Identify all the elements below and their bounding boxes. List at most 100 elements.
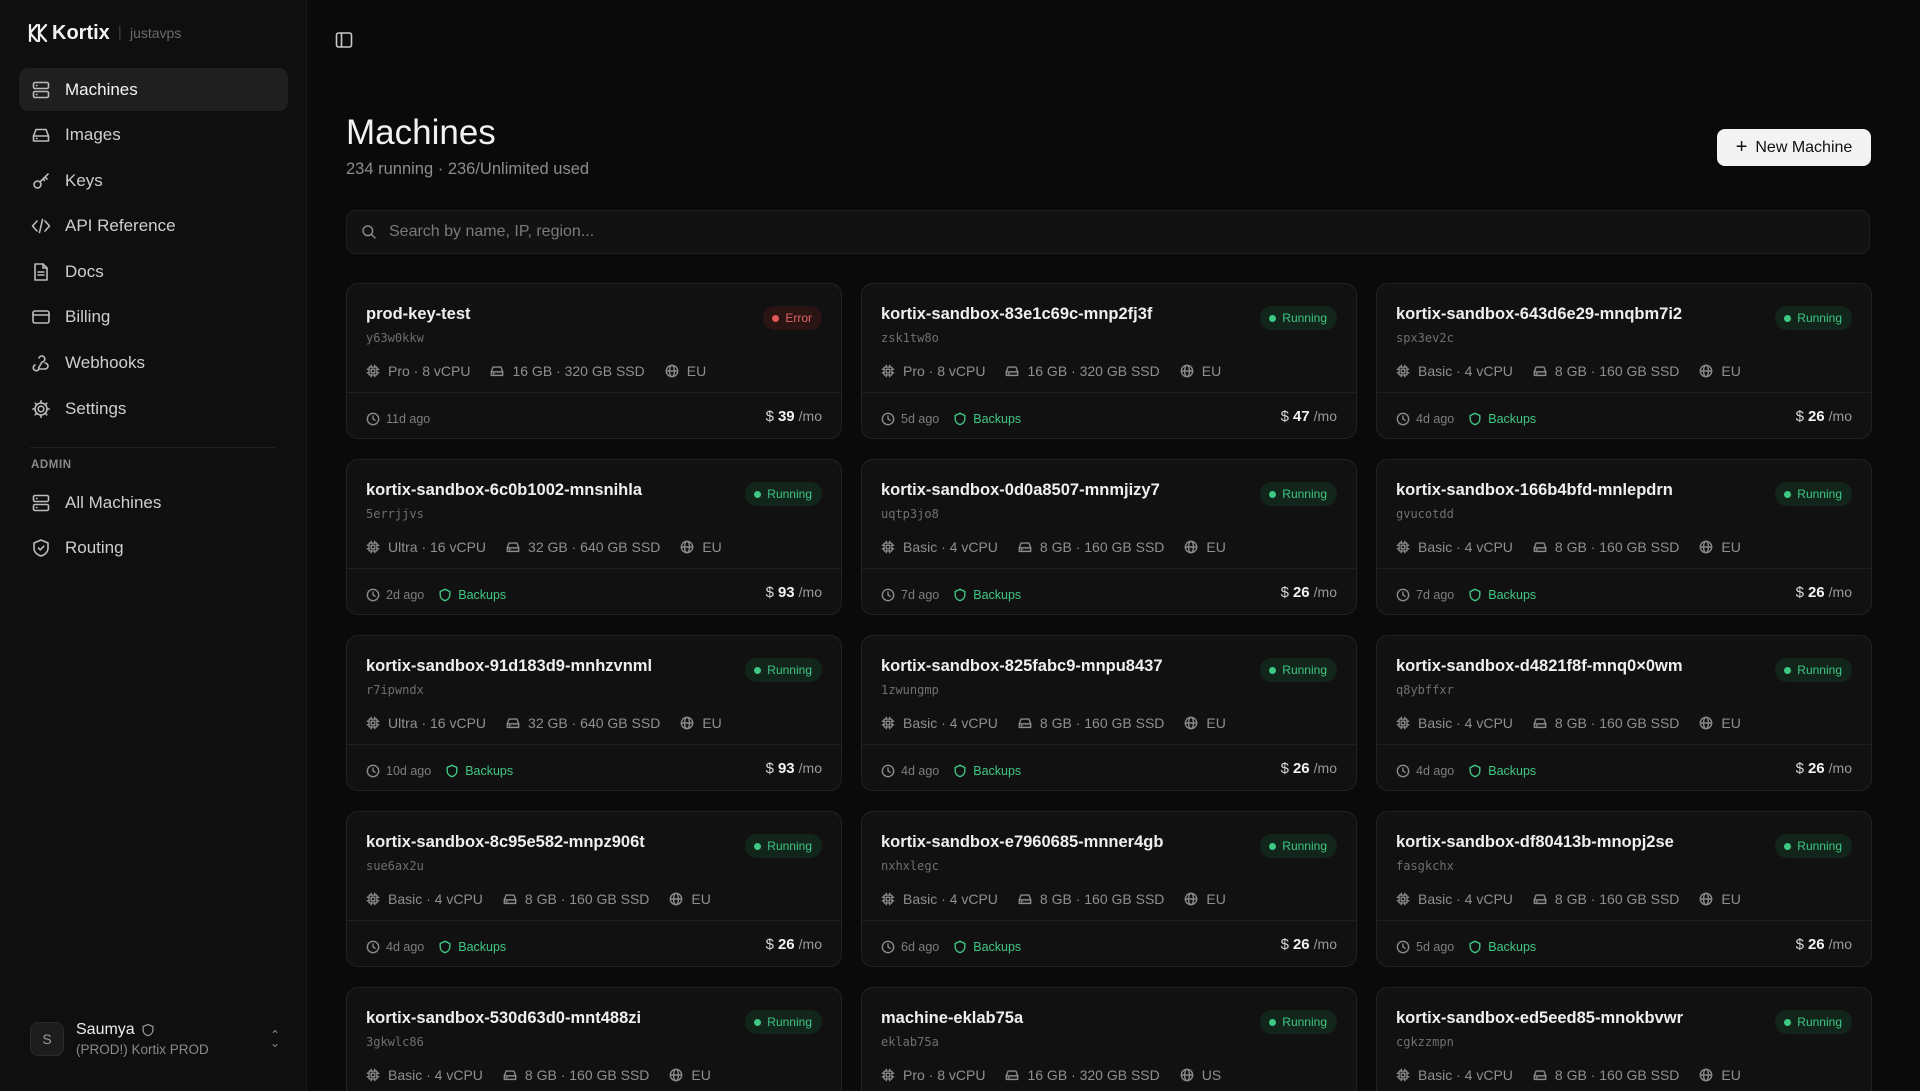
machine-card[interactable]: kortix-sandbox-8c95e582-mnpz906t sue6ax2… xyxy=(346,811,842,967)
price-amount: 26 xyxy=(1807,408,1825,425)
spec-region-label: EU xyxy=(702,539,722,555)
nav-item-docs[interactable]: Docs xyxy=(19,250,288,293)
spec-plan-label: Basic · 4 vCPU xyxy=(903,539,998,555)
machine-id: r7ipwndx xyxy=(366,683,424,697)
globe-icon xyxy=(1700,540,1713,554)
machine-id: nxhxlegc xyxy=(881,859,939,873)
nav-item-machines[interactable]: Machines xyxy=(19,68,288,111)
card-divider xyxy=(347,392,841,393)
card-divider xyxy=(862,568,1356,569)
machine-id: uqtp3jo8 xyxy=(881,507,939,521)
price-period: /mo xyxy=(798,408,822,424)
nav-label: Keys xyxy=(65,170,103,190)
nav-item-settings[interactable]: Settings xyxy=(19,387,288,430)
spec-region: EU xyxy=(1699,539,1741,555)
status-dot xyxy=(1784,490,1792,498)
price-period: /mo xyxy=(1313,584,1337,600)
currency-symbol: $ xyxy=(1280,936,1289,953)
status-dot xyxy=(754,490,762,498)
panel-left-icon xyxy=(335,32,353,48)
machine-card[interactable]: kortix-sandbox-166b4bfd-mnlepdrn gvucotd… xyxy=(1376,459,1872,615)
gear-icon xyxy=(31,399,50,418)
machine-card[interactable]: kortix-sandbox-825fabc9-mnpu8437 1zwungm… xyxy=(861,635,1357,791)
brand-org: justavps xyxy=(129,25,182,41)
machine-name: kortix-sandbox-643d6e29-mnqbm7i2 xyxy=(1396,305,1683,323)
nav-divider xyxy=(30,447,276,448)
hard-drive-icon xyxy=(1533,894,1547,905)
status-label: Running xyxy=(767,839,812,853)
machine-specs: Basic · 4 vCPU 8 GB · 160 GB SSD EU xyxy=(881,715,1226,731)
hard-drive-icon xyxy=(503,894,517,905)
spec-region: EU xyxy=(1699,363,1741,379)
spec-region-label: US xyxy=(1201,1067,1222,1083)
machine-price: $ 93 /mo xyxy=(766,584,822,601)
brand[interactable]: Kortix | justavps xyxy=(28,20,181,46)
globe-icon xyxy=(1700,1068,1713,1082)
avatar: S xyxy=(30,1021,64,1056)
machine-age-label: 4d ago xyxy=(1416,412,1455,426)
spec-plan: Ultra · 16 vCPU xyxy=(366,539,486,555)
machine-card[interactable]: kortix-sandbox-643d6e29-mnqbm7i2 spx3ev2… xyxy=(1376,283,1872,439)
nav-item-all-machines[interactable]: All Machines xyxy=(19,481,288,524)
backups-indicator: Backups xyxy=(438,940,506,954)
nav-item-api-reference[interactable]: API Reference xyxy=(19,205,288,248)
hard-drive-icon xyxy=(1018,542,1032,553)
cpu-icon xyxy=(1396,892,1410,906)
cpu-icon xyxy=(1396,540,1410,554)
machine-age-label: 2d ago xyxy=(386,588,425,602)
search-bar[interactable] xyxy=(346,210,1870,254)
price-amount: 93 xyxy=(777,760,795,777)
clock-icon xyxy=(366,764,380,778)
user-menu[interactable]: S Saumya (PROD!) Kortix PROD ⌃ ⌄ xyxy=(30,1016,280,1061)
spec-plan-label: Basic · 4 vCPU xyxy=(1418,1067,1513,1083)
spec-storage-label: 16 GB · 320 GB SSD xyxy=(1027,363,1160,379)
machine-card[interactable]: kortix-sandbox-df80413b-mnopj2se fasgkch… xyxy=(1376,811,1872,967)
cpu-icon xyxy=(366,364,380,378)
machine-card[interactable]: kortix-sandbox-83e1c69c-mnp2fj3f zsk1tw8… xyxy=(861,283,1357,439)
price-amount: 39 xyxy=(777,408,795,425)
nav-item-routing[interactable]: Routing xyxy=(19,527,288,570)
machine-card[interactable]: kortix-sandbox-ed5eed85-mnokbvwr cgkzzmp… xyxy=(1376,987,1872,1091)
spec-plan: Basic · 4 vCPU xyxy=(366,1067,483,1083)
key-icon xyxy=(33,172,49,189)
nav-label: Machines xyxy=(65,79,138,99)
search-input[interactable] xyxy=(389,223,1789,241)
sidebar-toggle-button[interactable] xyxy=(334,30,354,50)
new-machine-button[interactable]: + New Machine xyxy=(1717,129,1871,166)
machine-card[interactable]: kortix-sandbox-530d63d0-mnt488zi 3gkwlc8… xyxy=(346,987,842,1091)
spec-storage: 8 GB · 160 GB SSD xyxy=(1018,715,1165,731)
machine-card[interactable]: kortix-sandbox-d4821f8f-mnq0×0wm q8ybffx… xyxy=(1376,635,1872,791)
cpu-icon xyxy=(881,540,895,554)
user-name: Saumya xyxy=(76,1020,135,1038)
cpu-icon xyxy=(366,716,380,730)
spec-storage-label: 8 GB · 160 GB SSD xyxy=(1039,715,1165,731)
spec-plan: Pro · 8 vCPU xyxy=(366,363,470,379)
status-dot xyxy=(1269,666,1277,674)
clock-icon xyxy=(881,940,895,954)
status-badge: Running xyxy=(1260,482,1337,506)
machine-card[interactable]: machine-eklab75a eklab75a Running Pro · … xyxy=(861,987,1357,1091)
machine-specs: Ultra · 16 vCPU 32 GB · 640 GB SSD EU xyxy=(366,539,722,555)
nav-item-billing[interactable]: Billing xyxy=(19,296,288,339)
clock-icon xyxy=(366,940,380,954)
kortix-logo[interactable]: Kortix xyxy=(28,22,110,45)
spec-region: EU xyxy=(669,891,711,907)
nav-item-images[interactable]: Images xyxy=(19,114,288,157)
spec-region-label: EU xyxy=(1721,715,1741,731)
hard-drive-icon xyxy=(491,366,504,377)
backups-label: Backups xyxy=(1488,764,1537,778)
machine-price: $ 26 /mo xyxy=(1281,584,1337,601)
card-footer: 7d ago Backups xyxy=(1396,588,1536,602)
machine-card[interactable]: kortix-sandbox-91d183d9-mnhzvnml r7ipwnd… xyxy=(346,635,842,791)
machine-card[interactable]: kortix-sandbox-0d0a8507-mnmjizy7 uqtp3jo… xyxy=(861,459,1357,615)
machine-card[interactable]: kortix-sandbox-e7960685-mnner4gb nxhxleg… xyxy=(861,811,1357,967)
machine-card[interactable]: prod-key-test y63w0kkw Error Pro · 8 vCP… xyxy=(346,283,842,439)
status-label: Running xyxy=(1797,663,1842,677)
shield-icon xyxy=(33,539,49,557)
status-badge: Running xyxy=(1775,834,1852,858)
machine-name: kortix-sandbox-6c0b1002-mnsnihla xyxy=(366,481,643,499)
nav-item-keys[interactable]: Keys xyxy=(19,159,288,202)
machine-card[interactable]: kortix-sandbox-6c0b1002-mnsnihla 5errjjv… xyxy=(346,459,842,615)
cpu-icon xyxy=(881,716,895,730)
nav-item-webhooks[interactable]: Webhooks xyxy=(19,342,288,385)
